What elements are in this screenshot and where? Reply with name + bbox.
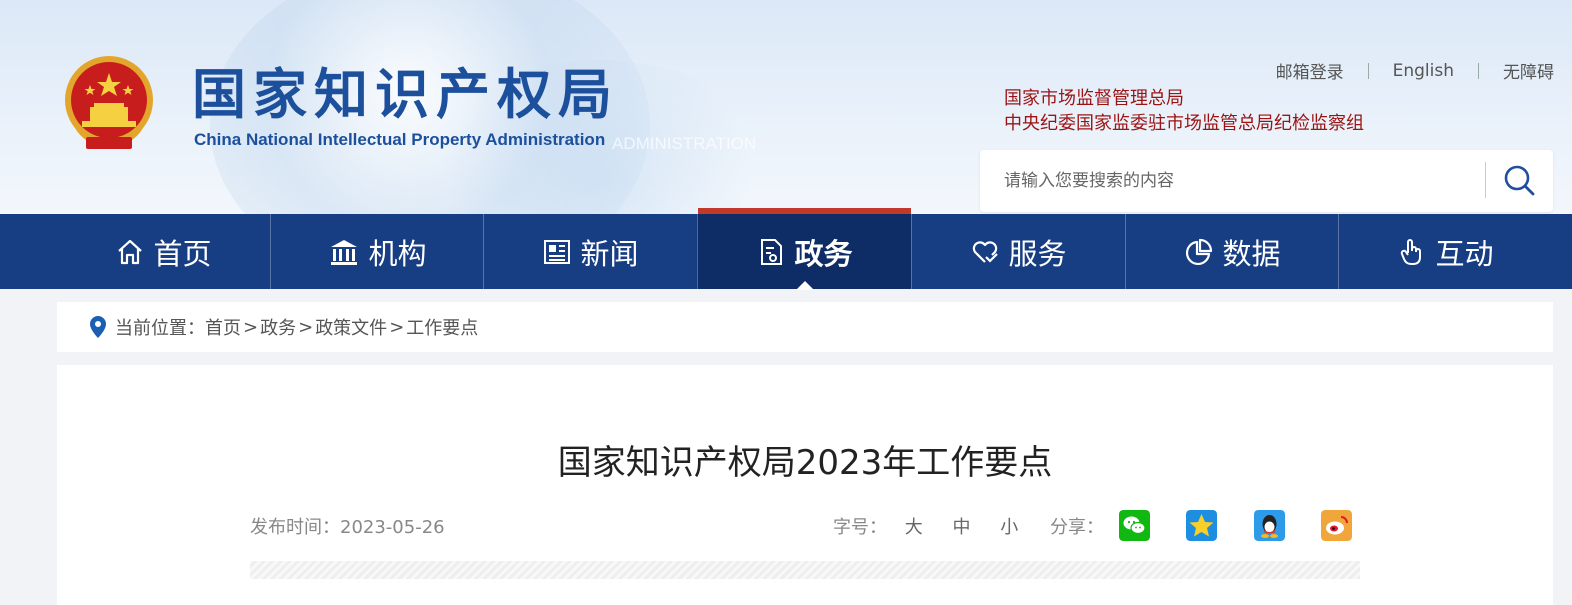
top-links: 邮箱登录 English 无障碍 [1252, 58, 1554, 84]
search-input[interactable] [994, 150, 1474, 212]
font-size-medium-button[interactable]: 中 [952, 517, 970, 538]
nav-data[interactable]: 数据 [1125, 214, 1339, 289]
nav-label: 机构 [368, 236, 427, 271]
national-emblem-logo[interactable] [62, 55, 156, 153]
breadcrumb: 当前位置： 首页 > 政务 > 政策文件 > 工作要点 [57, 302, 1553, 352]
qq-icon[interactable] [1254, 510, 1285, 541]
nav-government-affairs[interactable]: 政务 [697, 208, 911, 290]
english-link[interactable]: English [1369, 61, 1478, 81]
pie-chart-icon [1186, 238, 1213, 265]
nav-label: 互动 [1435, 236, 1494, 271]
article-title: 国家知识产权局2023年工作要点 [557, 443, 1053, 483]
share-label: 分享： [1050, 517, 1104, 538]
supervising-agencies: 国家市场监督管理总局 中央纪委国家监委驻市场监管总局纪检监察组 [1004, 86, 1364, 136]
weibo-icon[interactable] [1321, 510, 1352, 541]
nav-label: 首页 [153, 236, 212, 271]
site-title: 国家知识产权局 [192, 63, 619, 126]
share-controls: 分享： [1050, 513, 1104, 539]
nav-home[interactable]: 首页 [57, 214, 270, 289]
nav-services[interactable]: 服务 [911, 214, 1125, 289]
search-divider [1485, 162, 1486, 198]
nav-interaction[interactable]: 互动 [1338, 214, 1552, 289]
mail-login-link[interactable]: 邮箱登录 [1252, 58, 1368, 83]
breadcrumb-government-affairs[interactable]: 政务 [260, 314, 296, 340]
building-icon [331, 239, 358, 265]
font-size-controls: 字号： 大 中 小 [833, 513, 1030, 539]
discipline-inspection-link[interactable]: 中央纪委国家监委驻市场监管总局纪检监察组 [1004, 111, 1364, 136]
font-size-large-button[interactable]: 大 [905, 517, 923, 538]
nav-news[interactable]: 新闻 [483, 214, 697, 289]
nav-label: 数据 [1222, 236, 1281, 271]
breadcrumb-work-points[interactable]: 工作要点 [406, 314, 478, 340]
breadcrumb-separator: > [243, 316, 259, 338]
font-size-small-button[interactable]: 小 [1000, 517, 1018, 538]
breadcrumb-home[interactable]: 首页 [205, 314, 241, 340]
font-size-label: 字号： [833, 517, 887, 538]
publish-date-label: 发布时间： [250, 517, 340, 538]
nav-label: 新闻 [580, 236, 639, 271]
home-icon [118, 239, 143, 264]
pointer-hand-icon [1401, 238, 1422, 265]
site-header: 国家知识产权局 China National Intellectual Prop… [0, 0, 1572, 214]
qzone-icon[interactable] [1186, 510, 1217, 541]
search-icon[interactable] [1498, 160, 1542, 202]
publish-date-value: 2023-05-26 [340, 517, 445, 538]
accessibility-link[interactable]: 无障碍 [1479, 58, 1554, 83]
article-meta: 发布时间：2023-05-26 字号： 大 中 小 分享： [250, 510, 1360, 543]
breadcrumb-policy-documents[interactable]: 政策文件 [315, 314, 387, 340]
main-nav: 首页 机构 新闻 政务 服务 数据 互动 [0, 208, 1572, 290]
nav-organization[interactable]: 机构 [270, 214, 484, 289]
meta-divider-stripe [250, 561, 1360, 579]
breadcrumb-separator: > [389, 316, 405, 338]
nav-label: 服务 [1008, 236, 1067, 271]
header-watermark: ADMINISTRATION [612, 134, 757, 153]
samr-link[interactable]: 国家市场监督管理总局 [1004, 86, 1364, 111]
breadcrumb-separator: > [298, 316, 314, 338]
breadcrumb-prefix: 当前位置： [115, 318, 205, 339]
wechat-icon[interactable] [1119, 510, 1150, 541]
search-box [980, 150, 1553, 212]
nav-label: 政务 [794, 236, 853, 271]
article-panel: 国家知识产权局2023年工作要点 发布时间：2023-05-26 字号： 大 中… [57, 365, 1553, 605]
location-pin-icon [90, 316, 106, 338]
publish-date: 发布时间：2023-05-26 [250, 513, 445, 539]
document-icon [761, 238, 783, 265]
site-subtitle: China National Intellectual Property Adm… [194, 130, 606, 149]
newspaper-icon [544, 239, 571, 264]
heart-hand-icon [973, 240, 999, 263]
